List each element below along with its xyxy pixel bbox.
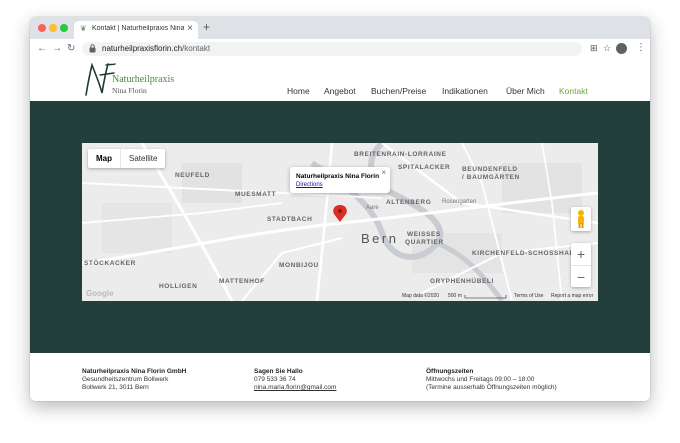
map-type-map-button[interactable]: Map [88,149,121,168]
address-bar[interactable]: naturheilpraxisflorin.ch/kontakt [82,42,582,56]
close-window-button[interactable] [38,24,46,32]
tab-title: Kontakt | Naturheilpraxis Nina Florin [92,25,184,32]
map-label: STÖCKACKER [84,260,136,267]
nav-kontakt[interactable]: Kontakt [559,86,588,96]
map-label: WEISSES [407,231,441,238]
nav-home[interactable]: Home [287,86,310,96]
info-window-title: Naturheilpraxis Nina Florin [296,173,380,180]
logo-subtitle[interactable]: Nina Florin [112,86,147,95]
map-label: BEUNDENFELD [462,166,518,173]
browser-menu-icon[interactable]: ⋮ [636,42,646,53]
zoom-in-button[interactable]: + [571,243,591,266]
footer-address: Naturheilpraxis Nina Florin GmbH Gesundh… [82,368,186,392]
google-map[interactable]: Map Satellite BREITENRAIN-LORRAINE SPITA… [82,143,598,301]
map-label: GRYPHENHÜBELI [430,278,494,285]
forward-icon[interactable]: → [52,43,62,54]
minimize-window-button[interactable] [49,24,57,32]
map-label: ALTENBERG [386,199,432,206]
map-label: KIRCHENFELD-SCHOSSHALDE [472,250,585,257]
map-type-satellite-button[interactable]: Satellite [121,149,165,168]
lock-icon [89,44,96,53]
profile-avatar-icon[interactable] [616,43,627,54]
footer-phone[interactable]: 079 533 36 74 [254,376,336,384]
map-label: Aare [366,205,379,211]
new-tab-icon[interactable]: + [203,20,210,34]
map-label: Rosengarten [442,199,477,205]
map-type-control: Map Satellite [88,149,166,168]
site-footer: Naturheilpraxis Nina Florin GmbH Gesundh… [30,353,650,401]
map-label: HOLLIGEN [159,283,198,290]
footer-email-link[interactable]: nina.maria.florin@gmail.com [254,384,336,392]
footer-hours-title: Öffnungszeiten [426,368,474,375]
footer-hours-line: Mittwochs und Freitags 09:00 – 18:00 [426,376,535,383]
footer-address-line: Gesundheitszentrum Bollwerk [82,376,169,383]
zoom-out-button[interactable]: − [571,266,591,288]
footer-address-line: Bollwerk 21, 3011 Bern [82,384,149,391]
map-label: MUESMATT [235,191,277,198]
tab-close-icon[interactable]: × [187,23,193,34]
nav-buchen-preise[interactable]: Buchen/Preise [371,86,426,96]
map-scale-label[interactable]: 500 m [448,293,462,299]
browser-window: ❦ Kontakt | Naturheilpraxis Nina Florin … [30,17,650,401]
back-icon[interactable]: ← [37,43,47,54]
map-label: NEUFELD [175,172,210,179]
map-label: MATTENHOF [219,278,265,285]
map-label: BREITENRAIN-LORRAINE [354,151,447,158]
footer-company-name: Naturheilpraxis Nina Florin GmbH [82,368,187,375]
url-text: naturheilpraxisflorin.ch/kontakt [102,44,211,53]
zoom-control: + − [571,243,591,287]
footer-contact-title: Sagen Sie Hallo [254,368,303,375]
maximize-window-button[interactable] [60,24,68,32]
map-label: / BAUMGÄRTEN [462,174,520,181]
map-label: QUARTIER [405,239,444,246]
street-view-pegman-button[interactable] [571,207,591,231]
reload-icon[interactable]: ↻ [67,43,75,54]
footer-contact: Sagen Sie Hallo 079 533 36 74 nina.maria… [254,368,336,392]
logo-title[interactable]: Naturheilpraxis [112,74,174,85]
map-label: STADTBACH [267,216,313,223]
map-label-bern: Bern [361,231,399,246]
directions-link[interactable]: Directions [296,182,323,188]
footer-hours: Öffnungszeiten Mittwochs und Freitags 09… [426,368,557,392]
map-info-window: Naturheilpraxis Nina Florin Directions × [290,167,390,193]
google-logo[interactable]: Google [86,289,114,298]
nav-angebot[interactable]: Angebot [324,86,356,96]
logo-monogram-icon[interactable] [82,61,116,97]
translate-icon[interactable]: ⊞ [590,43,598,54]
terms-of-use-link[interactable]: Terms of Use [514,293,543,299]
nav-indikationen[interactable]: Indikationen [442,86,488,96]
map-data-attribution: Map data ©2020 [402,293,440,299]
footer-hours-line: (Termine ausserhalb Öffnungszeiten mögli… [426,384,557,391]
info-close-icon[interactable]: × [381,168,386,177]
favicon-icon: ❦ [80,24,87,33]
map-label: SPITALACKER [398,164,451,171]
browser-tab[interactable]: ❦ Kontakt | Naturheilpraxis Nina Florin … [74,21,198,39]
map-label: MONBIJOU [279,262,319,269]
map-section: Map Satellite BREITENRAIN-LORRAINE SPITA… [30,101,650,353]
site-header: Naturheilpraxis Nina Florin Home Angebot… [30,59,650,101]
bookmark-star-icon[interactable]: ☆ [603,43,611,54]
pegman-icon [578,210,584,228]
tab-bar: ❦ Kontakt | Naturheilpraxis Nina Florin … [30,17,650,39]
report-map-error-link[interactable]: Report a map error [551,293,593,299]
nav-ueber-mich[interactable]: Über Mich [506,86,545,96]
browser-toolbar: ← → ↻ naturheilpraxisflorin.ch/kontakt ⊞… [30,39,650,60]
